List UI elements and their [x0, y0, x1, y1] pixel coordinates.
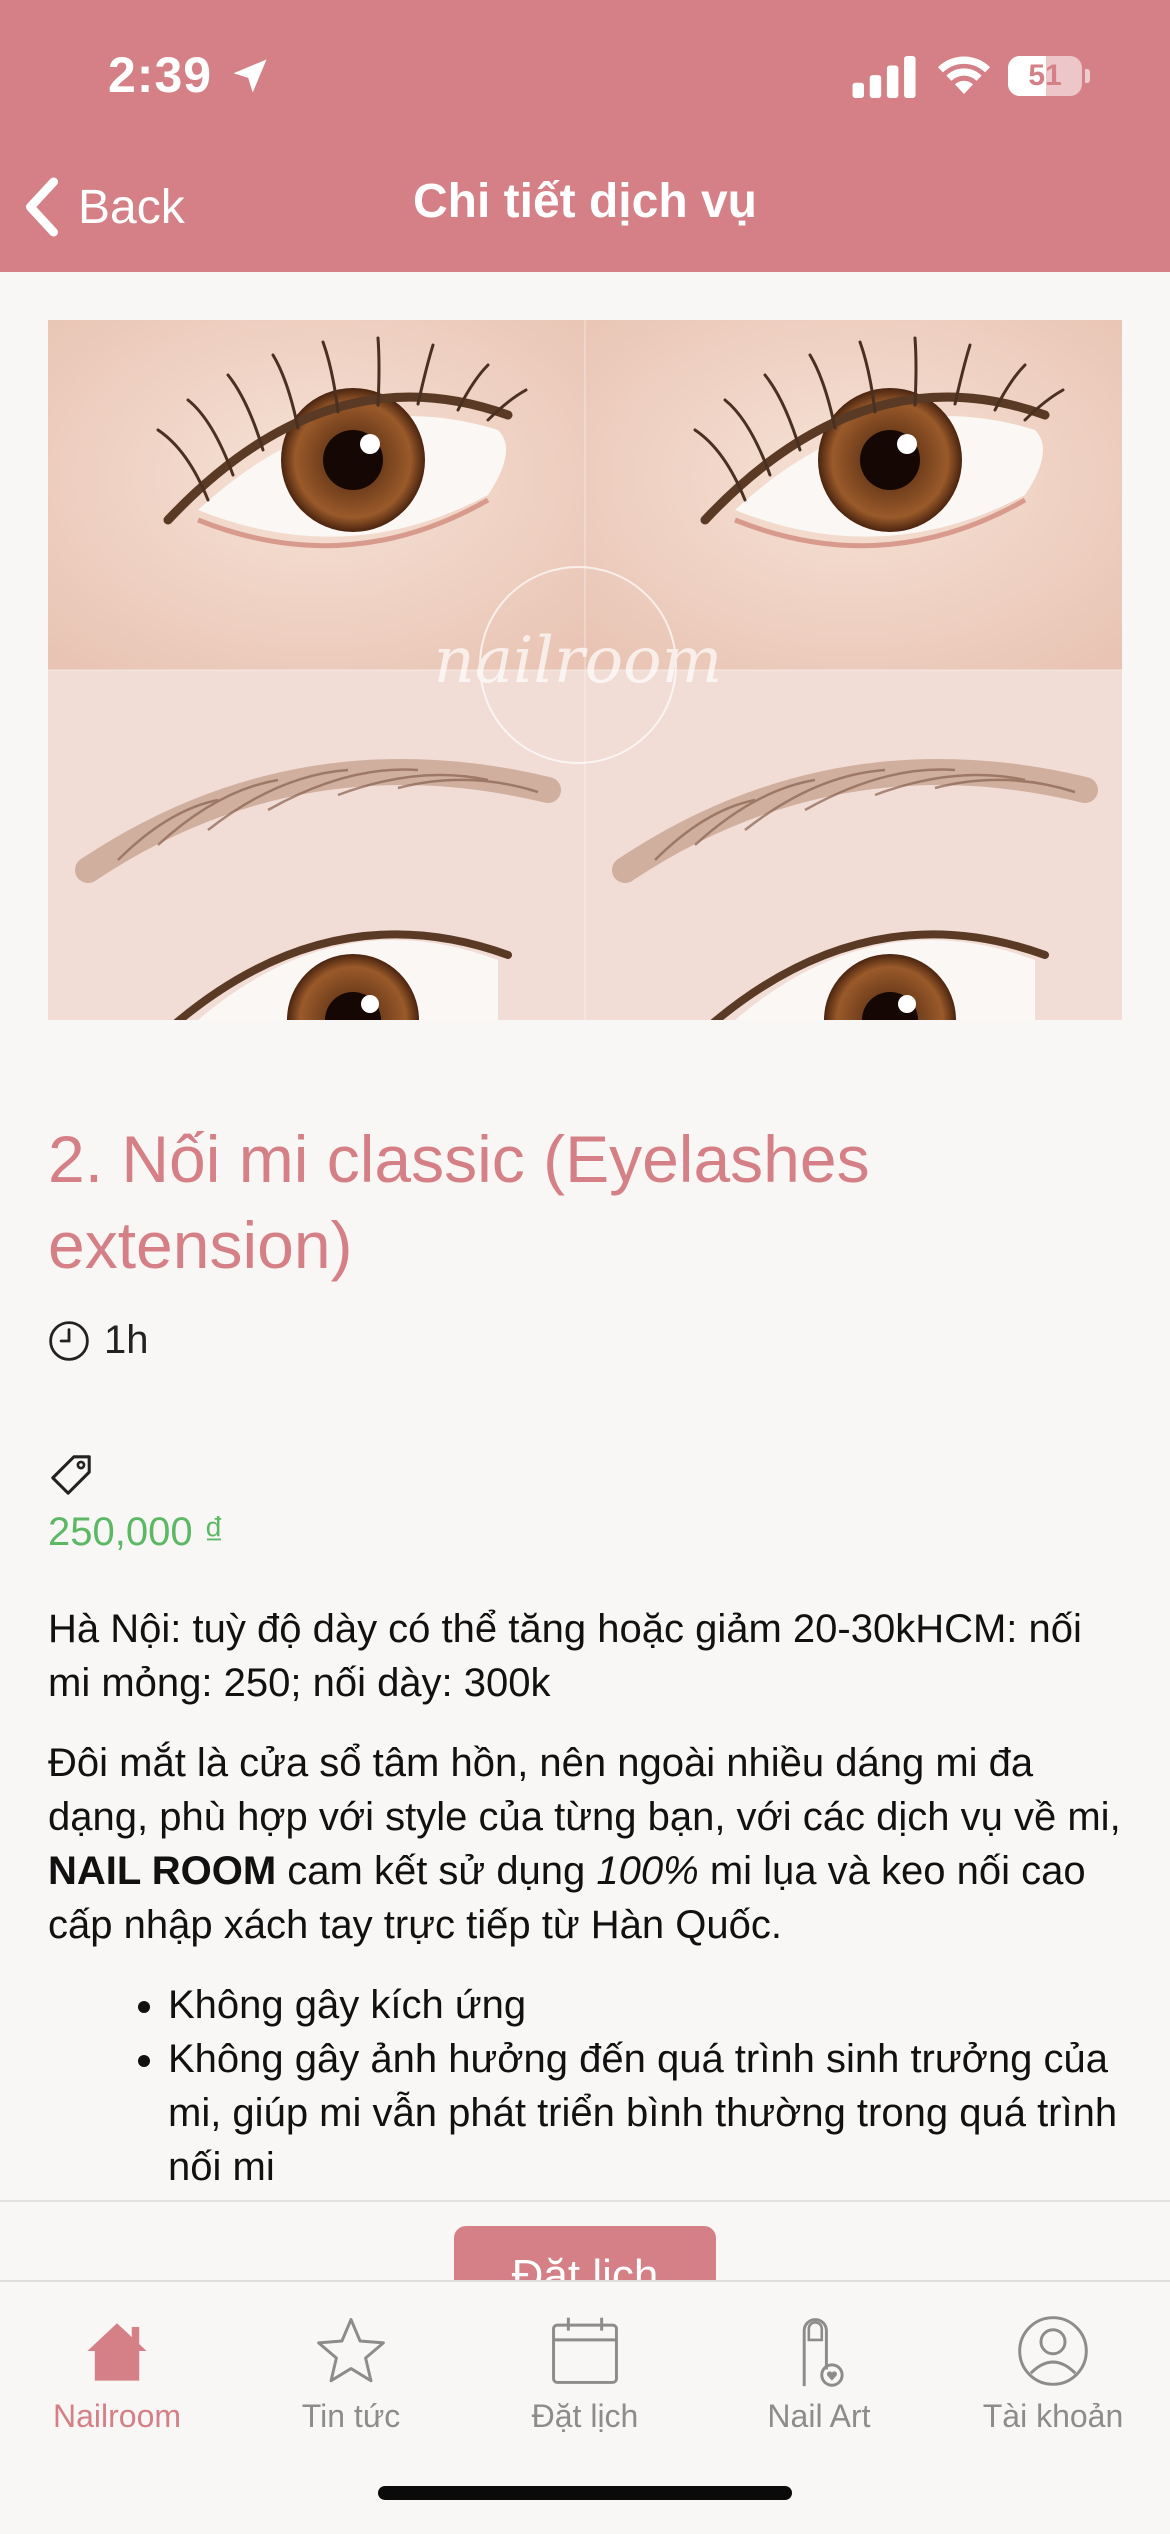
- service-price: 250,000 ₫: [48, 1510, 225, 1554]
- service-image: nailroom: [48, 320, 1122, 1020]
- tab-dat-lich[interactable]: Đặt lịch: [468, 2300, 702, 2450]
- book-appointment-button[interactable]: Đặt lịch: [454, 2226, 716, 2280]
- wifi-icon: [938, 56, 990, 94]
- page-title: Chi tiết dịch vụ: [412, 175, 757, 228]
- battery-level: 51: [1028, 59, 1062, 92]
- brand-name: NAIL ROOM: [48, 1849, 277, 1893]
- benefit-list: Không gây kích ứng Không gây ảnh hưởng đ…: [48, 1978, 1128, 2194]
- tab-label: Nailroom: [52, 2398, 182, 2434]
- status-bar: 2:39 51: [0, 0, 1170, 150]
- home-icon: [87, 2323, 147, 2381]
- star-icon: [317, 2318, 385, 2383]
- clock-icon: [49, 1320, 89, 1361]
- list-item: Không gây kích ứng: [168, 1978, 1128, 2032]
- tab-label: Tài khoản: [982, 2398, 1124, 2434]
- duration-value: 1h: [104, 1318, 149, 1362]
- battery-indicator: 51: [1008, 56, 1090, 96]
- nail-icon: [802, 2318, 844, 2387]
- battery-cap: [1085, 69, 1090, 83]
- list-item: Không gây ảnh hưởng đến quá trình sinh t…: [168, 2032, 1128, 2194]
- svg-text:nailroom: nailroom: [434, 624, 723, 698]
- eyelash-photo: nailroom: [48, 320, 1122, 1020]
- tab-nailroom[interactable]: Nailroom: [0, 2300, 234, 2450]
- price-tag-icon: [51, 1455, 91, 1495]
- description-paragraph: Đôi mắt là cửa sổ tâm hồn, nên ngoài nhi…: [48, 1736, 1128, 1952]
- description-text: Đôi mắt là cửa sổ tâm hồn, nên ngoài nhi…: [48, 1741, 1121, 1839]
- app-header: 2:39 51 Back Chi tiết dịch vụ: [0, 0, 1170, 272]
- status-time: 2:39: [108, 47, 213, 103]
- calendar-icon: [552, 2317, 618, 2384]
- home-indicator[interactable]: [378, 2486, 792, 2500]
- book-bar: Đặt lịch: [0, 2202, 1170, 2280]
- cellular-signal-icon: [852, 56, 916, 98]
- navigation-bar: Back Chi tiết dịch vụ: [0, 150, 1170, 272]
- service-title: 2. Nối mi classic (Eyelashes extension): [48, 1122, 870, 1283]
- user-icon: [1018, 2316, 1088, 2386]
- service-description: Hà Nội: tuỳ độ dày có thể tăng hoặc giảm…: [48, 1602, 1128, 2194]
- service-duration: 1h: [48, 1318, 149, 1363]
- tab-label: Đặt lịch: [531, 2398, 639, 2434]
- battery-body: 51: [1008, 56, 1082, 96]
- tab-label: Tin tức: [301, 2398, 401, 2434]
- description-text: cam kết sử dụng: [276, 1849, 597, 1893]
- price-note: Hà Nội: tuỳ độ dày có thể tăng hoặc giảm…: [48, 1607, 1082, 1705]
- tab-tai-khoan[interactable]: Tài khoản: [936, 2300, 1170, 2450]
- percent-text: 100%: [596, 1849, 699, 1893]
- location-arrow-icon: [233, 59, 267, 93]
- service-detail-content[interactable]: nailroom 2. Nối mi classic (Eyelashes ex…: [0, 272, 1170, 2200]
- tab-tin-tuc[interactable]: Tin tức: [234, 2300, 468, 2450]
- tab-label: Nail Art: [767, 2398, 871, 2434]
- tab-nail-art[interactable]: Nail Art: [702, 2300, 936, 2450]
